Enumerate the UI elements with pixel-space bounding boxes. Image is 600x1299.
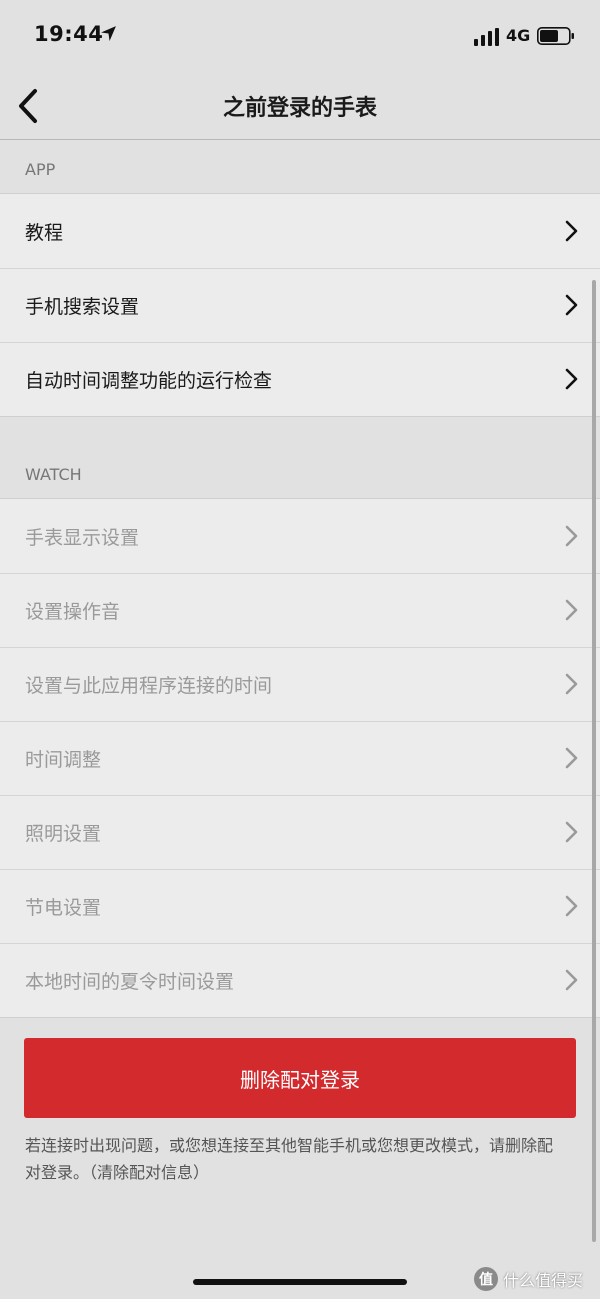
list-item-label: 照明设置 [25, 822, 102, 845]
list-item-label: 手机搜索设置 [25, 295, 140, 318]
chevron-right-icon [565, 821, 578, 843]
status-bar: 19:44 4G [0, 0, 600, 72]
list-item-tutorial[interactable]: 教程 [0, 194, 600, 268]
chevron-right-icon [565, 294, 578, 316]
screen: 19:44 4G 之前登录的手表 APP 教程 手机搜索设置 自动时间调整功能的… [0, 0, 600, 1299]
location-arrow-icon [101, 26, 116, 41]
chevron-right-icon [565, 673, 578, 695]
list-item-watch-display-settings[interactable]: 手表显示设置 [0, 499, 600, 573]
chevron-right-icon [565, 368, 578, 390]
watermark-logo-icon: 值 [474, 1267, 498, 1291]
list-item-label: 手表显示设置 [25, 526, 140, 549]
list-item-label: 节电设置 [25, 896, 102, 919]
scrollbar[interactable] [592, 280, 596, 1242]
list-item-time-adjustment[interactable]: 时间调整 [0, 721, 600, 795]
list-item-phone-search-settings[interactable]: 手机搜索设置 [0, 268, 600, 342]
list-item-label: 设置与此应用程序连接的时间 [25, 674, 273, 697]
list-item-label: 本地时间的夏令时间设置 [25, 970, 235, 993]
section-header-app: APP [25, 160, 56, 179]
network-label: 4G [506, 26, 531, 45]
nav-bar: 之前登录的手表 [0, 72, 600, 140]
list-item-dst-settings[interactable]: 本地时间的夏令时间设置 [0, 943, 600, 1017]
watermark: 值 什么值得买 [474, 1267, 583, 1291]
chevron-right-icon [565, 969, 578, 991]
chevron-right-icon [565, 525, 578, 547]
list-item-auto-time-check[interactable]: 自动时间调整功能的运行检查 [0, 342, 600, 416]
list-item-power-saving[interactable]: 节电设置 [0, 869, 600, 943]
list-item-connection-time[interactable]: 设置与此应用程序连接的时间 [0, 647, 600, 721]
list-item-label: 设置操作音 [25, 600, 121, 623]
list-item-label: 教程 [25, 221, 64, 244]
watch-settings-list: 手表显示设置 设置操作音 设置与此应用程序连接的时间 时间调整 照明设置 节电设… [0, 498, 600, 1018]
help-text: 若连接时出现问题，或您想连接至其他智能手机或您想更改模式，请删除配对登录。（清除… [25, 1136, 554, 1182]
chevron-right-icon [565, 895, 578, 917]
list-item-label: 自动时间调整功能的运行检查 [25, 369, 273, 392]
watermark-text: 什么值得买 [503, 1271, 584, 1290]
home-indicator[interactable] [193, 1279, 407, 1285]
list-item-light-settings[interactable]: 照明设置 [0, 795, 600, 869]
status-time: 19:44 [34, 22, 104, 46]
delete-pairing-button[interactable]: 删除配对登录 [24, 1038, 576, 1118]
section-header-watch: WATCH [25, 465, 82, 484]
battery-icon [537, 27, 574, 45]
list-item-label: 时间调整 [25, 748, 102, 771]
page-title: 之前登录的手表 [222, 96, 377, 121]
signal-icon [474, 28, 499, 46]
chevron-right-icon [565, 599, 578, 621]
app-settings-list: 教程 手机搜索设置 自动时间调整功能的运行检查 [0, 193, 600, 417]
chevron-right-icon [565, 747, 578, 769]
chevron-right-icon [565, 220, 578, 242]
list-item-operation-sound[interactable]: 设置操作音 [0, 573, 600, 647]
